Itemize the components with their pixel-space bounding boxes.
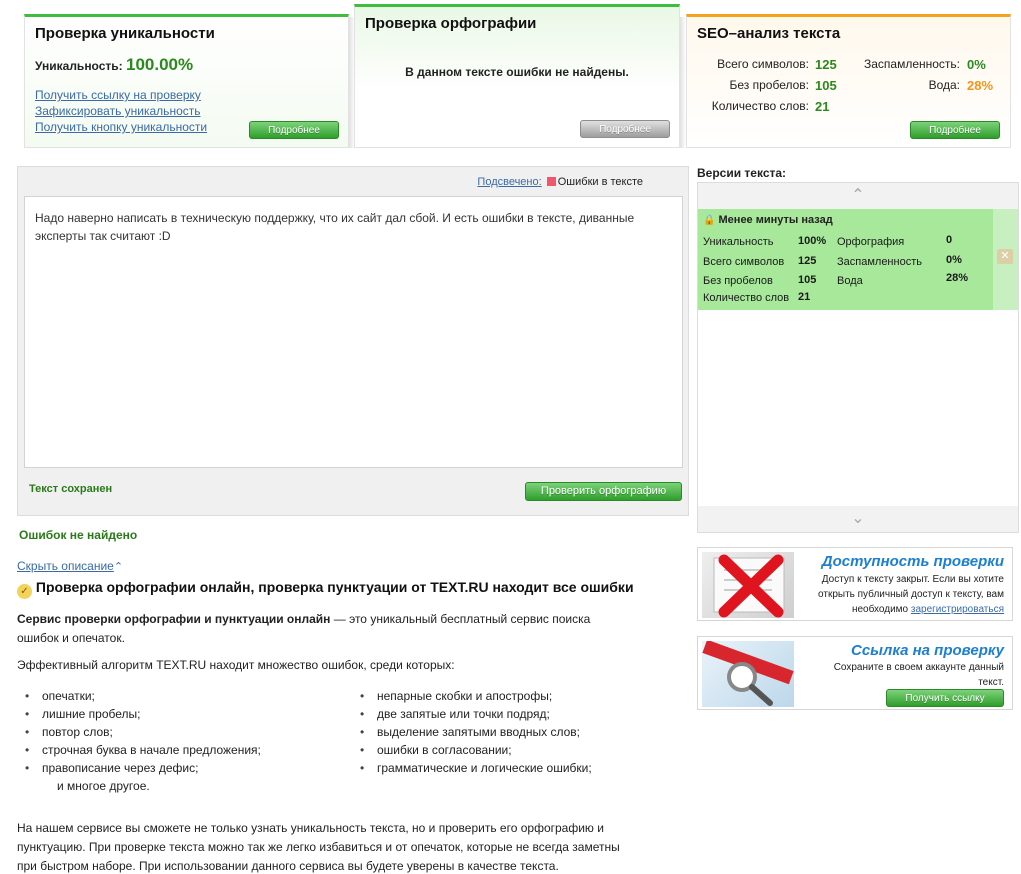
list-item: повтор слов; — [17, 723, 347, 741]
link-promo-text1: Сохраните в своем аккаунте данный — [833, 662, 1004, 673]
version-words-label: Количество слов — [703, 292, 790, 304]
editor-panel: Подсвечено: Ошибки в тексте Надо наверно… — [17, 166, 689, 516]
seo-details-button[interactable]: Подробнее — [910, 121, 1000, 139]
uniqueness-title: Проверка уникальности — [35, 25, 215, 42]
uniqueness-label: Уникальность: — [35, 59, 123, 73]
seo-words-value: 21 — [815, 99, 830, 114]
list-item: строчная буква в начале предложения; — [17, 741, 347, 759]
spelling-message: В данном тексте ошибки не найдены. — [405, 65, 629, 79]
get-link-button[interactable]: Получить ссылку — [886, 689, 1004, 707]
hide-description-toggle[interactable]: Скрыть описание — [17, 559, 114, 573]
no-errors-status: Ошибок не найдено — [19, 528, 138, 542]
register-link[interactable]: зарегистрироваться — [911, 604, 1004, 615]
version-time: Менее минуты назад — [718, 214, 833, 226]
version-spell-label: Орфография — [837, 236, 905, 248]
version-nospace-label: Без пробелов — [703, 275, 773, 287]
error-legend-swatch — [546, 176, 556, 186]
access-denied-icon — [702, 552, 794, 618]
seo-chars-value: 125 — [815, 57, 837, 72]
errors-list-right: непарные скобки и апострофы; две запятые… — [352, 687, 682, 777]
list-item: непарные скобки и апострофы; — [352, 687, 682, 705]
seo-nospace-value: 105 — [815, 78, 837, 93]
version-spam-value: 0% — [946, 254, 962, 266]
spelling-details-button[interactable]: Подробнее — [580, 120, 670, 138]
uniqueness-card: Проверка уникальности Уникальность: 100.… — [24, 14, 349, 148]
version-nospace-value: 105 — [798, 274, 817, 286]
version-spam-label: Заспамленность — [837, 256, 922, 268]
magnifier-icon — [702, 641, 794, 707]
list-item: опечатки; — [17, 687, 347, 705]
version-water-label: Вода — [837, 275, 863, 287]
highlighted-toggle[interactable]: Подсвечено: — [477, 176, 541, 188]
error-legend-label: Ошибки в тексте — [557, 176, 643, 188]
versions-down-arrow-icon[interactable]: ⌄ — [698, 506, 1018, 532]
list-item: выделение запятыми вводных слов; — [352, 723, 682, 741]
description-intro-line2: ошибок и опечаток. — [17, 631, 125, 645]
spelling-title: Проверка орфографии — [365, 15, 537, 32]
description-final-2: пунктуацию. При проверке текста можно та… — [17, 840, 620, 854]
version-delete-icon[interactable]: ✕ — [997, 249, 1013, 264]
version-words-value: 21 — [798, 291, 811, 303]
seo-chars-label: Всего символов: — [717, 57, 809, 71]
chevron-up-icon[interactable]: ⌃ — [114, 561, 123, 573]
version-uniq-label: Уникальность — [703, 236, 774, 248]
versions-panel: ⌃ 🔒 Менее минуты назад Уникальность 100%… — [697, 182, 1019, 533]
list-item-extra: и многое другое. — [57, 779, 150, 793]
version-spell-value: 0 — [946, 234, 953, 246]
access-promo-text3: необходимо — [851, 604, 909, 615]
description-heading: Проверка орфографии онлайн, проверка пун… — [35, 579, 634, 595]
version-item[interactable]: 🔒 Менее минуты назад Уникальность 100% О… — [698, 209, 1018, 310]
seo-title: SEO–анализ текста — [697, 25, 841, 42]
description-final-3: при быстром наборе. При использовании да… — [17, 859, 559, 873]
get-uniqueness-button-link[interactable]: Получить кнопку уникальности — [35, 119, 207, 135]
list-item: ошибки в согласовании; — [352, 741, 682, 759]
link-promo: Ссылка на проверку Сохраните в своем акк… — [697, 636, 1013, 710]
access-promo-title: Доступность проверки — [821, 553, 1004, 570]
link-promo-title: Ссылка на проверку — [851, 642, 1004, 659]
seo-water-label: Вода: — [928, 78, 960, 92]
versions-title: Версии текста: — [697, 166, 787, 180]
uniqueness-details-button[interactable]: Подробнее — [249, 121, 339, 139]
access-promo: Доступность проверки Доступ к тексту зак… — [697, 547, 1013, 621]
description-final-1: На нашем сервисе вы сможете не только уз… — [17, 821, 604, 835]
uniqueness-value: 100.00% — [126, 55, 194, 74]
seo-spam-label: Заспамленность: — [863, 57, 960, 71]
seo-card: SEO–анализ текста Всего символов: 125 Бе… — [686, 14, 1011, 148]
list-item: лишние пробелы; — [17, 705, 347, 723]
version-chars-value: 125 — [798, 255, 817, 267]
description-intro-rest: — это уникальный бесплатный сервис поиск… — [330, 612, 591, 626]
seo-nospace-label: Без пробелов: — [729, 78, 810, 92]
description-algo: Эффективный алгоритм TEXT.RU находит мно… — [17, 658, 455, 672]
pencil-check-icon: ✓ — [17, 584, 32, 599]
seo-water-value: 28% — [967, 78, 994, 93]
version-uniq-value: 100% — [798, 235, 827, 247]
description-intro-bold: Сервис проверки орфографии и пунктуации … — [17, 612, 331, 626]
list-item: две запятые или точки подряд; — [352, 705, 682, 723]
link-promo-text2: текст. — [978, 677, 1004, 688]
lock-icon: 🔒 — [703, 215, 716, 226]
errors-list-left: опечатки; лишние пробелы; повтор слов; с… — [17, 687, 347, 795]
get-check-link[interactable]: Получить ссылку на проверку — [35, 87, 207, 103]
fix-uniqueness-link[interactable]: Зафиксировать уникальность — [35, 103, 207, 119]
saved-status: Текст сохранен — [29, 483, 113, 495]
check-spelling-button[interactable]: Проверить орфографию — [525, 482, 682, 501]
seo-words-label: Количество слов: — [711, 99, 809, 113]
list-item: правописание через дефис; — [17, 759, 347, 777]
version-water-value: 28% — [946, 272, 969, 284]
spelling-card: Проверка орфографии В данном тексте ошиб… — [354, 4, 680, 148]
versions-up-arrow-icon[interactable]: ⌃ — [698, 183, 1018, 209]
seo-spam-value: 0% — [967, 57, 986, 72]
access-promo-text2: открыть публичный доступ к тексту, вам — [818, 589, 1004, 600]
access-promo-text1: Доступ к тексту закрыт. Если вы хотите — [821, 574, 1004, 585]
version-chars-label: Всего символов — [703, 256, 785, 268]
text-editor[interactable]: Надо наверно написать в техническую подд… — [24, 196, 683, 468]
list-item: грамматические и логические ошибки; — [352, 759, 682, 777]
